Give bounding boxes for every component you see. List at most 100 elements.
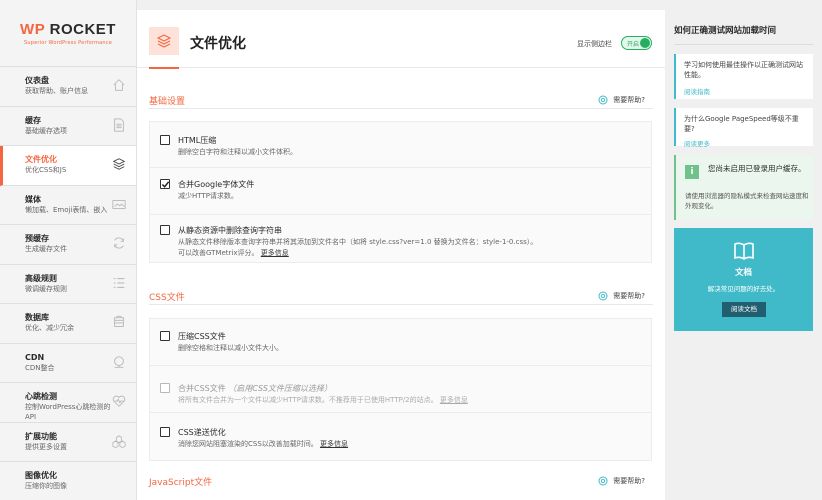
sidebar-item-file-optimization[interactable]: 文件优化 优化CSS和JS [0, 146, 136, 186]
cdn-icon [114, 355, 124, 368]
heartbeat-icon [112, 395, 126, 407]
divider [674, 44, 813, 45]
option-minify-css: 压缩CSS文件 删除空格和注释以减小文件大小。 [150, 319, 651, 365]
option-desc: 删除空白字符和注释以减小文件体积。 [178, 148, 297, 156]
sidebar-item-sub: 生成缓存文件 [25, 245, 67, 253]
tip-text: 学习如何使用最佳操作以正确测试网站性能。 [684, 61, 803, 79]
option-desc: 将所有文件合并为一个文件以减少HTTP请求数。不推荐用于已使用HTTP/2的站点… [178, 396, 468, 404]
sidebar-item-sub: 压缩你的图像 [25, 482, 67, 490]
doc-title: 文档 [734, 268, 752, 278]
notice-title: 您尚未启用已登录用户缓存。 [708, 164, 806, 173]
right-title: 如何正确测试网站加载时间 [674, 26, 777, 36]
tip-text: 为什么Google PageSpeed等级不重要? [684, 115, 799, 133]
database-icon [114, 315, 124, 327]
basic-settings-box: HTML压缩 删除空白字符和注释以减小文件体积。 合并Google字体文件 减少… [149, 121, 652, 263]
section-basic-header: 基础设置 需要帮助? [149, 94, 653, 110]
section-divider [149, 304, 653, 305]
sidebar-item-sub: 微调缓存规则 [25, 284, 67, 293]
option-title: HTML压缩 [178, 136, 217, 145]
page-title: 文件优化 [190, 36, 246, 52]
help-label: 需要帮助? [613, 96, 645, 104]
sidebar-item-sub: 获取帮助、账户信息 [25, 87, 88, 95]
html-minify-checkbox[interactable] [160, 135, 170, 145]
sidebar-item-image-optimization[interactable]: 图像优化 压缩你的图像 [0, 462, 136, 500]
sidebar-toggle-label: 显示侧边栏 [577, 40, 612, 48]
option-note: （启用CSS文件压缩以选择） [228, 384, 332, 393]
tip-link[interactable]: 阅读更多 [684, 138, 807, 148]
tip-card: 学习如何使用最佳操作以正确测试网站性能。 阅读指南 [674, 54, 813, 99]
sidebar-item-heartbeat[interactable]: 心跳检测 控制WordPress心跳检测的API [0, 383, 136, 423]
sidebar-item-advanced-rules[interactable]: 高级规则 微调缓存规则 [0, 265, 136, 304]
help-link[interactable]: 需要帮助? [598, 95, 645, 105]
layers-icon [149, 27, 179, 55]
info-icon: i [685, 165, 699, 179]
help-link[interactable]: 需要帮助? [598, 291, 645, 301]
section-title: JavaScript文件 [149, 478, 213, 488]
main-panel: 文件优化 显示侧边栏 开启 基础设置 需要帮助? HTML压缩 删除空白字符和注… [137, 10, 665, 500]
documentation-card: 文档 解决常见问题的好去处。 阅读文档 [674, 228, 813, 331]
sidebar-item-cache[interactable]: 缓存 基础缓存选项 [0, 107, 136, 146]
addons-icon [112, 434, 126, 448]
notice-card: i 您尚未启用已登录用户缓存。 请使用浏览器的隐私模式来检查网站速度和外观变化。 [674, 155, 813, 220]
option-title: 合并CSS文件 （启用CSS文件压缩以选择） [178, 384, 332, 393]
toggle-text: 开启 [627, 41, 640, 48]
sidebar-item-cdn[interactable]: CDN CDN整合 [0, 344, 136, 383]
sidebar-item-sub: 提供更多设置 [25, 442, 67, 451]
css-delivery-checkbox[interactable] [160, 427, 170, 437]
help-link[interactable]: 需要帮助? [598, 476, 645, 486]
more-info-link[interactable]: 更多信息 [320, 440, 348, 448]
check-icon [161, 180, 169, 188]
option-html-minify: HTML压缩 删除空白字符和注释以减小文件体积。 [150, 122, 651, 167]
help-label: 需要帮助? [613, 292, 645, 300]
layers-icon [112, 158, 126, 170]
logo[interactable]: WP ROCKET Superior WordPress Performance [0, 0, 136, 67]
option-desc-line: 从静态文件移除版本查询字符串并将其添加到文件名中（如将 style.css?ve… [178, 238, 538, 246]
option-title: 合并Google字体文件 [178, 180, 255, 189]
section-css-header: CSS文件 需要帮助? [149, 290, 653, 306]
google-fonts-checkbox[interactable] [160, 179, 170, 189]
section-divider [149, 108, 653, 109]
sidebar-item-addons[interactable]: 扩展功能 提供更多设置 [0, 423, 136, 462]
sidebar-item-sub: 懒加载、Emoji表情、嵌入 [25, 205, 108, 214]
css-settings-box: 压缩CSS文件 删除空格和注释以减小文件大小。 合并CSS文件 （启用CSS文件… [149, 318, 652, 461]
sidebar-item-sub: CDN整合 [25, 363, 55, 372]
option-desc: 减少HTTP请求数。 [178, 192, 238, 200]
file-icon [114, 117, 124, 132]
minify-css-checkbox[interactable] [160, 331, 170, 341]
logo-tagline: Superior WordPress Performance [23, 39, 113, 46]
option-remove-query-strings: 从静态资源中删除查询字符串 从静态文件移除版本查询字符串并将其添加到文件名中（如… [150, 215, 651, 263]
option-title: 从静态资源中删除查询字符串 [178, 226, 282, 235]
more-info-link[interactable]: 更多信息 [440, 396, 468, 404]
option-title: 压缩CSS文件 [178, 332, 226, 341]
combine-css-checkbox[interactable] [160, 383, 170, 393]
doc-desc: 解决常见问题的好去处。 [707, 285, 780, 293]
help-icon [598, 291, 608, 301]
help-icon [598, 95, 608, 105]
refresh-icon [114, 237, 124, 249]
option-combine-google-fonts: 合并Google字体文件 减少HTTP请求数。 [150, 168, 651, 213]
help-label: 需要帮助? [613, 477, 645, 485]
image-icon [112, 199, 126, 209]
logo-name: ROCKET [49, 20, 116, 38]
sidebar-toggle[interactable]: 开启 [621, 36, 652, 50]
option-desc: 从静态文件移除版本查询字符串并将其添加到文件名中（如将 style.css?ve… [178, 237, 638, 259]
list-icon [113, 277, 125, 288]
option-desc: 消除您网站阻塞渲染的CSS以改善加载时间。 更多信息 [178, 440, 349, 448]
sidebar: WP ROCKET Superior WordPress Performance… [0, 0, 137, 500]
sidebar-item-title: 图像优化 [25, 471, 57, 480]
option-desc: 删除空格和注释以减小文件大小。 [178, 344, 283, 352]
tip-link[interactable]: 阅读指南 [684, 86, 807, 96]
sidebar-item-media[interactable]: 媒体 懒加载、Emoji表情、嵌入 [0, 186, 136, 225]
toggle-knob [640, 38, 650, 48]
sidebar-item-preload[interactable]: 预缓存 生成缓存文件 [0, 225, 136, 265]
more-info-link[interactable]: 更多信息 [261, 249, 289, 257]
tip-card: 为什么Google PageSpeed等级不重要? 阅读更多 [674, 108, 813, 148]
read-docs-button[interactable]: 阅读文档 [722, 302, 766, 317]
logo-wp: WP [20, 20, 45, 38]
section-title: 基础设置 [149, 97, 186, 107]
sidebar-item-dashboard[interactable]: 仪表盘 获取帮助、账户信息 [0, 67, 136, 107]
sidebar-item-database[interactable]: 数据库 优化、减少冗余 [0, 304, 136, 344]
section-js-header: JavaScript文件 需要帮助? [149, 475, 653, 491]
query-strings-checkbox[interactable] [160, 225, 170, 235]
sidebar-item-sub: 优化、减少冗余 [25, 324, 74, 332]
